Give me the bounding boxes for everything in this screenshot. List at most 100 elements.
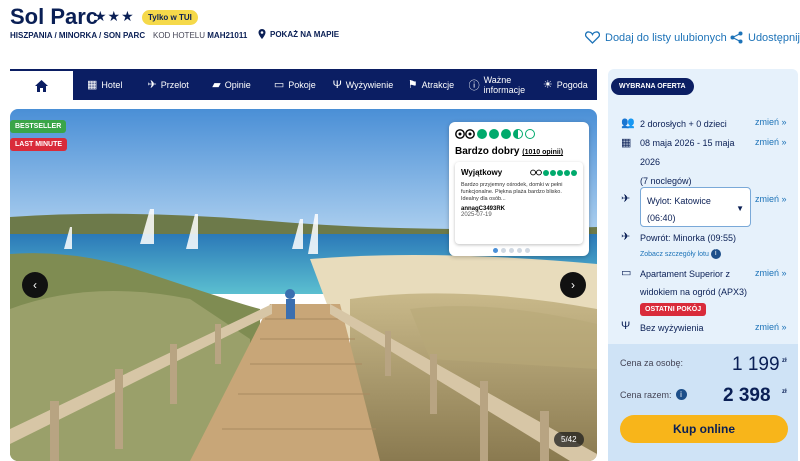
price-per-person-label: Cena za osobę:: [620, 358, 684, 368]
hotel-stars: ★★★: [94, 8, 135, 24]
review-text: Bardzo przyjemny ośrodek, domki w pełni …: [461, 182, 563, 202]
gallery-next-button[interactable]: ›: [560, 272, 586, 298]
share-button[interactable]: Udostępnij: [730, 31, 800, 44]
plane-departure-icon: ✈: [621, 193, 631, 205]
comment-icon: ▰: [212, 79, 221, 91]
share-icon: [730, 31, 743, 44]
rating-label: Bardzo dobry: [455, 146, 520, 157]
breadcrumb[interactable]: HISZPANIA / MINORKA / SON PARC: [10, 31, 145, 40]
plane-icon: ✈: [147, 79, 157, 91]
nav-tab-flight[interactable]: ✈ Przelot: [136, 69, 199, 100]
review-date: 2025-07-19: [461, 212, 492, 218]
add-to-favorites-label: Dodaj do listy ulubionych: [605, 31, 727, 44]
nav-tab-label: Pogoda: [556, 79, 588, 90]
price-total-label: Cena razem:: [620, 389, 672, 400]
nav-tab-rooms[interactable]: ▭ Pokoje: [263, 69, 326, 100]
review-card-circles: [530, 168, 577, 177]
bed-icon: ▭: [621, 267, 632, 279]
map-pin-icon: [258, 29, 266, 39]
heart-icon: [585, 31, 600, 44]
gallery-counter: 5/42: [554, 432, 584, 447]
bed-icon: ▭: [273, 79, 285, 91]
room-line1: Apartament Superior z: [640, 269, 731, 279]
chevron-right-icon: ›: [571, 278, 575, 292]
return-value: Powrót: Minorka (09:55): [640, 233, 737, 243]
nav-tab-reviews[interactable]: ▰ Opinie: [200, 69, 263, 100]
people-value: 2 dorosłych + 0 dzieci: [640, 119, 727, 129]
nav-tab-label: Opinie: [224, 79, 251, 90]
departure-select[interactable]: Wylot: Katowice (06:40) ▼: [640, 187, 751, 227]
change-room-link[interactable]: zmień »: [755, 268, 787, 278]
dates-line1: 08 maja 2026 - 15 maja: [640, 138, 735, 148]
rating-circles: [455, 128, 535, 140]
nav-tab-info[interactable]: ⓘ Ważne informacje: [463, 69, 534, 100]
caret-down-icon: ▼: [736, 204, 744, 213]
people-icon: 👥: [621, 117, 635, 129]
tripadvisor-icon: [455, 129, 475, 139]
attractions-icon: ⚑: [407, 79, 418, 91]
add-to-favorites-button[interactable]: Dodaj do listy ulubionych: [585, 31, 727, 44]
change-dates-link[interactable]: zmień »: [755, 137, 787, 147]
currency-label: zł: [782, 358, 787, 364]
cutlery-icon: Ψ: [332, 78, 342, 91]
chevron-left-icon: ‹: [33, 278, 37, 292]
last-room-badge: OSTATNI POKÓJ: [640, 303, 707, 316]
gallery-prev-button[interactable]: ‹: [22, 272, 48, 298]
home-icon: [35, 79, 48, 92]
dates-line2: 2026: [640, 157, 661, 167]
flight-details-label: Zobacz szczegóły lotu: [640, 251, 709, 258]
departure-line2: (06:40): [647, 213, 676, 223]
price-total-value: 2 398: [723, 385, 771, 406]
show-on-map-link[interactable]: POKAŻ NA MAPIE: [258, 29, 339, 39]
rating-label-wrap: Bardzo dobry (1010 opinii): [455, 146, 563, 157]
opinions-count-link[interactable]: (1010 opinii): [522, 149, 563, 156]
change-departure-link[interactable]: zmień »: [755, 194, 787, 204]
review-pager[interactable]: [493, 248, 530, 253]
show-on-map-label: POKAŻ NA MAPIE: [270, 29, 340, 39]
room-line2: widokiem na ogród (APX3): [640, 287, 748, 297]
nav-tab-label: Ważne informacje: [483, 74, 526, 95]
nav-tab-label: Przelot: [160, 79, 189, 90]
buy-online-button[interactable]: Kup online: [620, 415, 788, 443]
share-label: Udostępnij: [748, 31, 800, 44]
exclusive-badge: Tylko w TUI: [142, 10, 198, 25]
change-people-link[interactable]: zmień »: [755, 117, 787, 127]
calendar-icon: ▦: [621, 137, 632, 149]
nav-tab-attractions[interactable]: ⚑ Atrakcje: [399, 69, 462, 100]
departure-line1: Wylot: Katowice: [647, 196, 711, 206]
nav-tab-label: Atrakcje: [421, 79, 455, 90]
tripadvisor-icon: [530, 169, 542, 176]
hotel-code-label: KOD HOTELU: [153, 31, 206, 40]
nav-tab-hotel[interactable]: ▦ Hotel: [73, 69, 136, 100]
bestseller-tag: BESTSELLER: [10, 120, 67, 133]
price-per-person-value: 1 199: [732, 354, 780, 375]
hotel-nav: ▦ Hotel ✈ Przelot ▰ Opinie ▭ Pokoje Ψ Wyżywie…: [10, 69, 597, 100]
plane-return-icon: ✈: [621, 231, 631, 243]
review-card-title: Wyjątkowy: [461, 168, 503, 177]
cutlery-icon: Ψ: [621, 320, 631, 332]
info-icon[interactable]: i: [675, 389, 687, 400]
hotel-code: KOD HOTELU MAH21011: [153, 31, 247, 40]
hotel-icon: ▦: [86, 79, 98, 91]
info-icon: i: [710, 249, 721, 260]
nav-home-tab[interactable]: [10, 69, 73, 100]
nav-tab-board[interactable]: Ψ Wyżywienie: [327, 69, 400, 100]
price-total-label-wrap: Cena razem: i: [620, 389, 687, 400]
currency-label: zł: [782, 389, 787, 395]
hotel-header: Sol Parc ★★★ Tylko w TUI HISZPANIA / MIN…: [0, 0, 800, 68]
selected-offer-badge: WYBRANA OFERTA: [611, 78, 694, 95]
review-card[interactable]: Wyjątkowy Bardzo przyjemny ośrodek, domk…: [455, 162, 583, 244]
nav-tab-label: Wyżywienie: [345, 79, 394, 90]
sun-icon: ☀: [542, 79, 553, 91]
nav-tab-weather[interactable]: ☀ Pogoda: [534, 69, 597, 100]
last-minute-tag: LAST MINUTE: [10, 138, 68, 151]
hotel-title: Sol Parc: [10, 4, 99, 29]
change-board-link[interactable]: zmień »: [755, 322, 787, 332]
nav-tab-label: Pokoje: [288, 79, 316, 90]
nav-tab-label: Hotel: [101, 79, 123, 90]
flight-details-link[interactable]: Zobacz szczegóły lotu i: [640, 246, 721, 263]
review-widget[interactable]: Bardzo dobry (1010 opinii) Wyjątkowy Bar…: [449, 122, 589, 256]
info-icon: ⓘ: [468, 79, 480, 92]
review-card-header: Wyjątkowy: [461, 168, 577, 177]
hotel-code-value: MAH21011: [207, 31, 248, 40]
